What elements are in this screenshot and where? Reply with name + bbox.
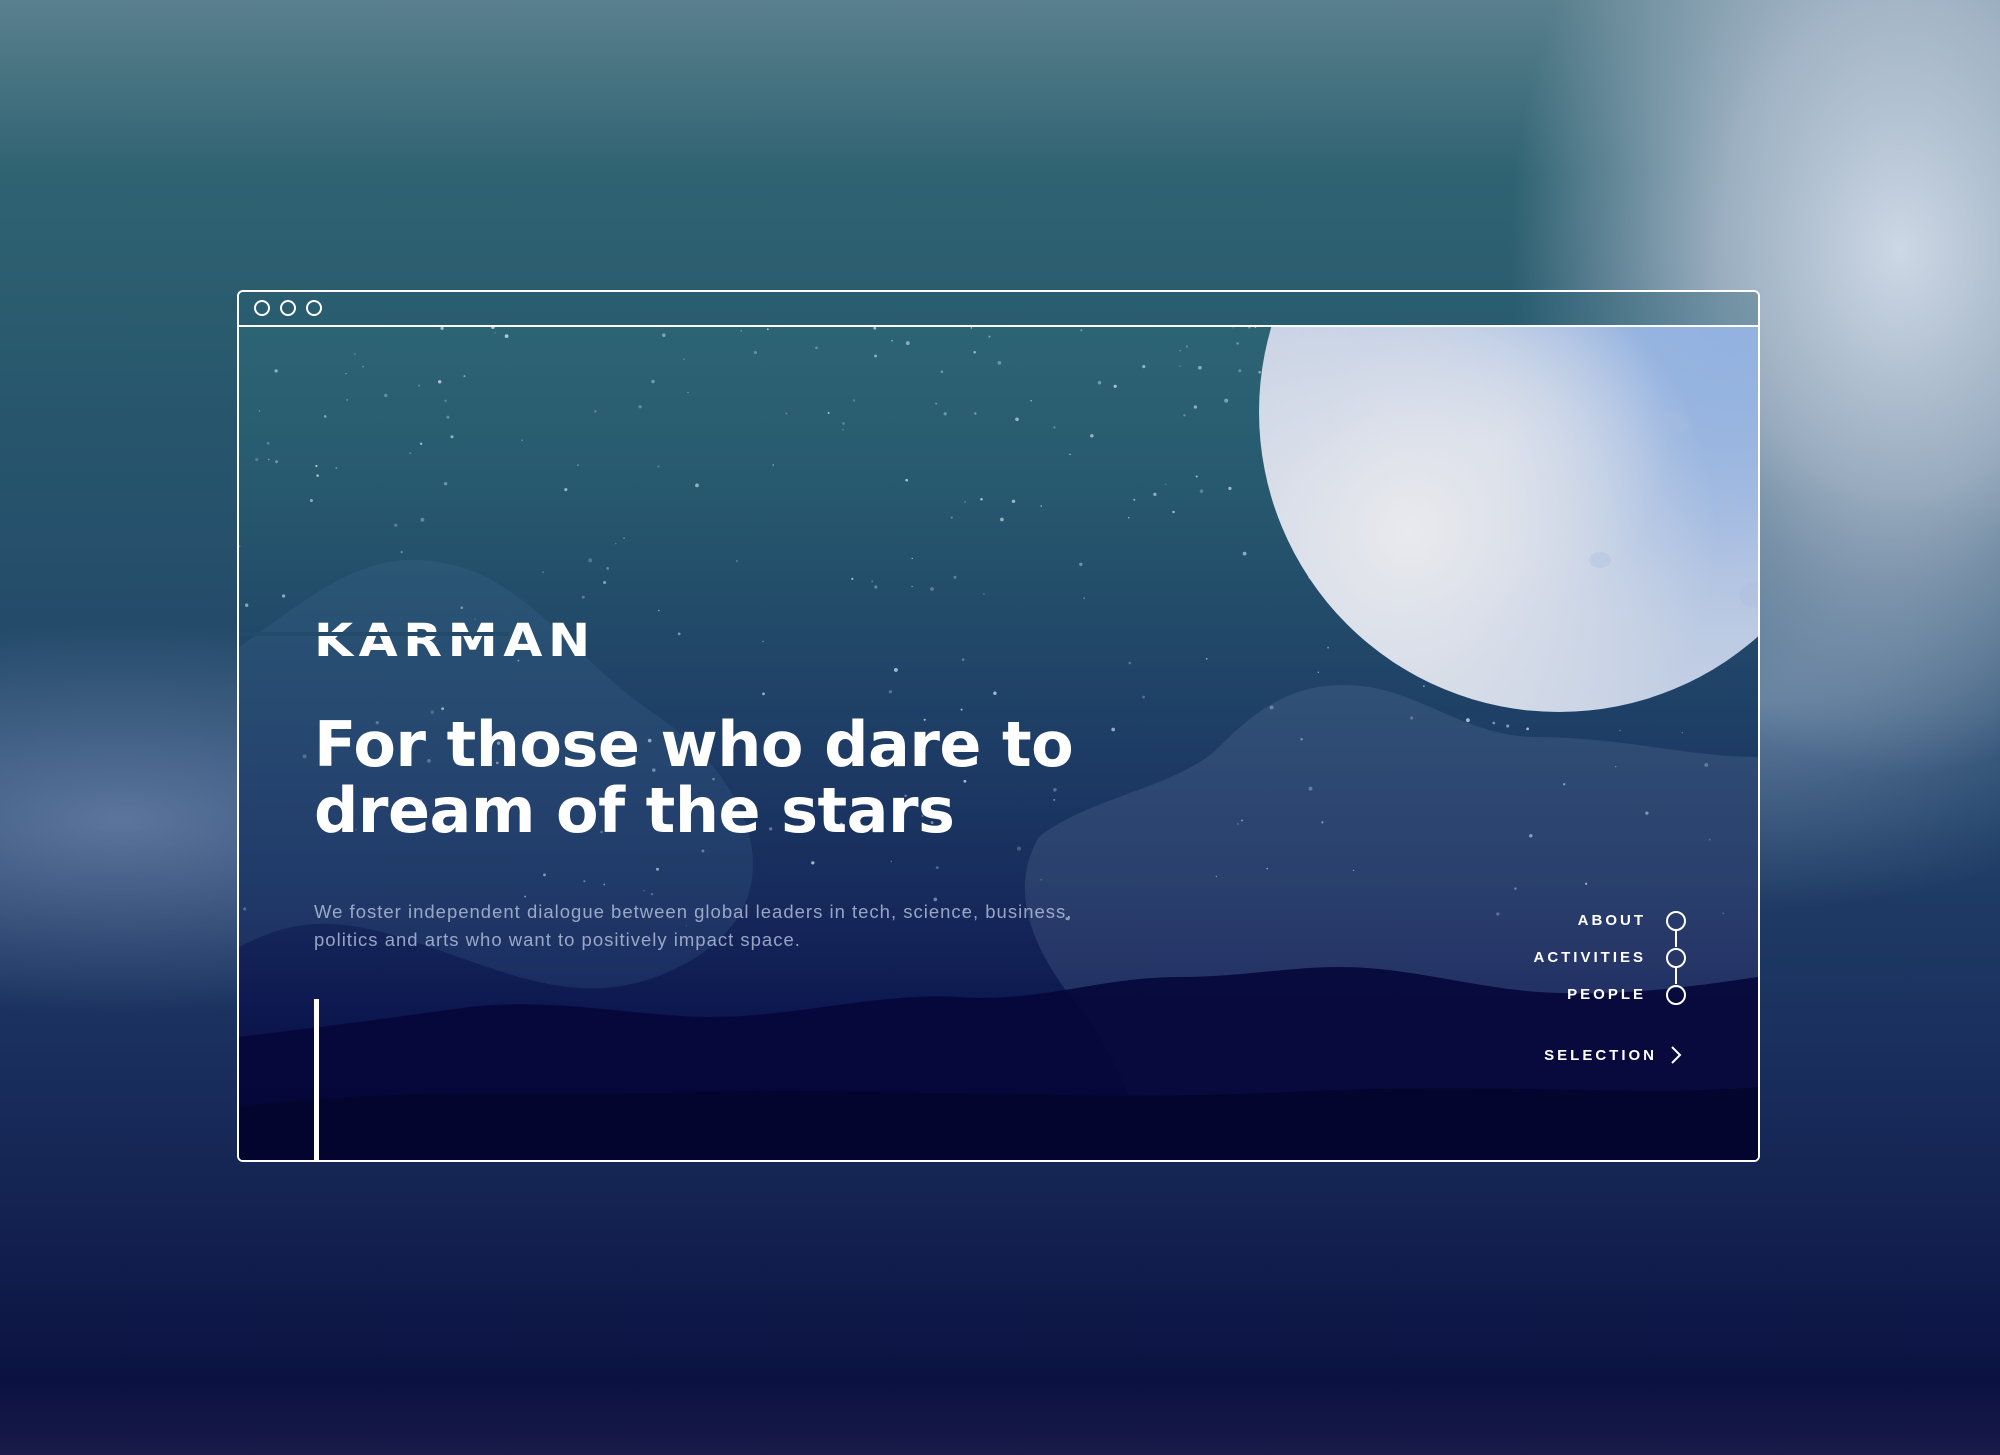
nav-item-activities[interactable]: ACTIVITIES [1533,939,1686,976]
nav-item-label: ACTIVITIES [1533,949,1646,966]
window-dot-icon[interactable] [306,300,322,316]
nav-item-people[interactable]: PEOPLE [1533,976,1686,1013]
nav-item-label: ABOUT [1577,912,1646,929]
nav-item-label: PEOPLE [1567,986,1646,1003]
circle-marker-icon[interactable] [1666,947,1686,968]
browser-frame: KARMAN For those who dare to dream of th… [237,290,1760,1162]
hero-headline: For those who dare to dream of the stars [314,708,1074,847]
scroll-indicator[interactable] [314,999,319,1160]
window-dot-icon[interactable] [280,300,296,316]
circle-marker-icon[interactable] [1666,984,1686,1005]
selection-link[interactable]: SELECTION [1544,1045,1683,1065]
window-dot-icon[interactable] [254,300,270,316]
chevron-right-icon [1671,1046,1682,1064]
logo-slash-decoration [239,632,509,636]
section-nav: ABOUT ACTIVITIES PEOPLE [1533,902,1686,1013]
browser-titlebar [239,292,1758,327]
selection-label: SELECTION [1544,1046,1657,1064]
nav-item-about[interactable]: ABOUT [1533,902,1686,939]
karman-logo[interactable]: KARMAN [314,618,596,663]
hero-subtext: We foster independent dialogue between g… [314,901,1073,950]
hero-section: KARMAN For those who dare to dream of th… [239,327,1758,1160]
circle-marker-icon[interactable] [1666,910,1686,931]
